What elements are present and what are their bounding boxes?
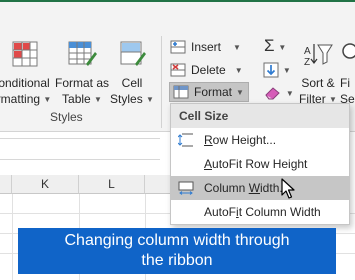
sort-filter-icon: A Z	[304, 44, 333, 68]
find-select-label: Fi	[340, 76, 350, 90]
group-separator	[161, 36, 162, 128]
sigma-icon: Σ	[264, 36, 275, 55]
caption-line-1: Changing column width through	[64, 232, 290, 249]
chevron-down-icon: ▼	[236, 87, 244, 97]
sort-filter-button[interactable]: A Z Sort & Filter ▼	[296, 40, 340, 108]
format-label: Format	[194, 85, 233, 99]
format-as-table-button[interactable]: Format as Table ▼	[54, 40, 110, 108]
chevron-down-icon: ▼	[282, 65, 291, 75]
caption-line-2: the ribbon	[141, 252, 213, 269]
insert-button[interactable]: Insert ▼	[170, 37, 241, 57]
clear-button[interactable]: ▼	[264, 84, 294, 100]
format-dropdown-menu: Cell Size Row Height... AutoFit Row Heig…	[170, 103, 350, 225]
menu-item-row-height[interactable]: Row Height...	[171, 128, 349, 152]
cell-styles-label: Cell	[121, 76, 143, 90]
cell-styles-icon	[120, 41, 146, 66]
format-cells-icon	[173, 85, 189, 99]
format-as-table-label: Format as	[54, 76, 109, 90]
sort-filter-label: Sort &	[301, 76, 335, 90]
chevron-down-icon: ▼	[234, 65, 243, 75]
conditional-formatting-button[interactable]: onditional rmatting ▼	[0, 40, 54, 108]
chevron-down-icon: ▼	[285, 88, 294, 98]
fill-button[interactable]: ▼	[263, 61, 291, 78]
find-select-icon	[342, 43, 355, 59]
cell-styles-button[interactable]: Cell Styles ▼	[110, 40, 154, 108]
caption-callout: Changing column width through the ribbon	[18, 228, 336, 274]
row-height-icon	[178, 133, 193, 147]
accent-line	[0, 0, 355, 2]
chevron-down-icon: ▼	[233, 42, 241, 52]
format-as-table-label-2: Table	[62, 92, 91, 106]
fill-down-icon	[263, 62, 279, 78]
conditional-formatting-label: onditional	[0, 76, 50, 90]
formula-bar[interactable]	[0, 138, 160, 160]
column-header-l[interactable]: L	[79, 175, 145, 194]
menu-item-autofit-row-height[interactable]: AutoFit Row Height	[171, 152, 349, 176]
chevron-down-icon: ▼	[94, 94, 102, 104]
conditional-formatting-label-2: rmatting	[0, 92, 41, 106]
svg-text:A: A	[304, 46, 311, 57]
delete-button[interactable]: Delete ▼	[170, 60, 243, 80]
column-header-k[interactable]: K	[12, 175, 79, 194]
svg-text:Z: Z	[304, 57, 310, 68]
autosum-button[interactable]: Σ ▼	[264, 36, 286, 56]
menu-item-column-width[interactable]: Column Width...	[171, 176, 349, 200]
insert-label: Insert	[191, 40, 222, 54]
column-header-prev[interactable]	[0, 175, 12, 194]
grid-line	[12, 194, 13, 280]
chevron-down-icon: ▼	[43, 94, 52, 104]
format-as-table-icon	[68, 41, 97, 66]
delete-cells-icon	[170, 63, 186, 77]
menu-item-autofit-column-width[interactable]: AutoFit Column Width	[171, 200, 349, 224]
insert-cells-icon	[170, 40, 186, 54]
format-button[interactable]: Format ▼	[169, 82, 249, 102]
menu-section-header: Cell Size	[171, 104, 349, 128]
find-select-button[interactable]: Fi Sel	[340, 40, 355, 107]
styles-group-label: Styles	[50, 110, 83, 124]
mouse-cursor-icon	[281, 178, 295, 199]
ribbon-tab-strip	[0, 0, 355, 20]
conditional-formatting-icon	[12, 41, 38, 67]
cell-styles-label-2: Styles	[110, 92, 143, 106]
chevron-down-icon: ▼	[278, 42, 287, 52]
column-width-icon	[178, 181, 194, 195]
delete-label: Delete	[191, 63, 226, 77]
chevron-down-icon: ▼	[146, 94, 154, 104]
eraser-icon	[265, 87, 280, 100]
